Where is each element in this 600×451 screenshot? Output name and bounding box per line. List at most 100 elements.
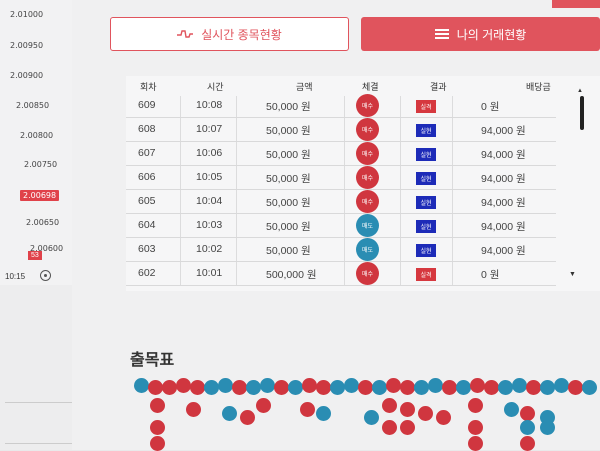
bead bbox=[468, 398, 483, 413]
time-cell: 10:02 bbox=[196, 243, 223, 255]
col-header-round: 회차 bbox=[140, 82, 157, 92]
table-row[interactable]: 604 10:03 50,000 원 매도 실현 94,000 원 bbox=[126, 214, 556, 238]
scroll-up-icon[interactable]: ▲ bbox=[577, 88, 583, 94]
time-cell: 10:04 bbox=[196, 195, 223, 207]
bead bbox=[316, 380, 331, 395]
tab-my-trades[interactable]: 나의 거래현황 bbox=[361, 17, 600, 51]
bead bbox=[300, 402, 315, 417]
bead bbox=[526, 380, 541, 395]
clock-icon[interactable] bbox=[40, 270, 51, 281]
bead bbox=[372, 380, 387, 395]
round-cell: 609 bbox=[138, 99, 156, 111]
result-badge: 실격 bbox=[416, 268, 436, 281]
bead bbox=[436, 410, 451, 425]
amount-cell: 50,000 원 bbox=[266, 149, 311, 161]
pulse-icon bbox=[177, 30, 194, 38]
amount-cell: 50,000 원 bbox=[266, 125, 311, 137]
amount-cell: 500,000 원 bbox=[266, 269, 317, 281]
bead bbox=[520, 406, 535, 421]
list-icon bbox=[434, 29, 449, 39]
result-badge: 실현 bbox=[416, 196, 436, 209]
bead bbox=[186, 402, 201, 417]
col-header-payout: 배당금 bbox=[526, 82, 551, 92]
corner-accent bbox=[552, 0, 600, 8]
time-cell: 10:03 bbox=[196, 219, 223, 231]
amount-cell: 50,000 원 bbox=[266, 221, 311, 233]
bead bbox=[498, 380, 513, 395]
side-chip: 매수 bbox=[356, 262, 379, 285]
tab-realtime-status[interactable]: 실시간 종목현황 bbox=[110, 17, 349, 51]
tab-label: 실시간 종목현황 bbox=[201, 27, 282, 42]
bead bbox=[568, 380, 583, 395]
current-price-badge: 2.00698 bbox=[20, 190, 60, 201]
time-cell: 10:06 bbox=[196, 147, 223, 159]
round-cell: 604 bbox=[138, 219, 156, 231]
time-cell: 10:01 bbox=[196, 267, 223, 279]
count-badge: 53 bbox=[28, 251, 42, 260]
col-header-fill: 체결 bbox=[362, 82, 379, 92]
table-row[interactable]: 603 10:02 50,000 원 매도 실현 94,000 원 bbox=[126, 238, 556, 262]
scroll-down-icon[interactable]: ▼ bbox=[569, 271, 576, 278]
side-chip: 매수 bbox=[356, 94, 379, 117]
bead bbox=[540, 420, 555, 435]
payout-cell: 0 원 bbox=[481, 101, 500, 113]
bead bbox=[386, 378, 401, 393]
bead bbox=[316, 406, 331, 421]
bead bbox=[418, 406, 433, 421]
bead bbox=[504, 402, 519, 417]
round-cell: 606 bbox=[138, 171, 156, 183]
col-header-time: 시간 bbox=[207, 82, 224, 92]
bead bbox=[456, 380, 471, 395]
bead bbox=[582, 380, 597, 395]
bead bbox=[176, 378, 191, 393]
amount-cell: 50,000 원 bbox=[266, 245, 311, 257]
bead bbox=[442, 380, 457, 395]
result-badge: 실현 bbox=[416, 220, 436, 233]
time-cell: 10:08 bbox=[196, 99, 223, 111]
bead bbox=[274, 380, 289, 395]
price-level: 2.00750 bbox=[24, 160, 58, 169]
payout-cell: 94,000 원 bbox=[481, 173, 526, 185]
bead bbox=[428, 378, 443, 393]
payout-cell: 94,000 원 bbox=[481, 245, 526, 257]
bead bbox=[400, 380, 415, 395]
bead bbox=[150, 420, 165, 435]
bead bbox=[358, 380, 373, 395]
result-badge: 실현 bbox=[416, 172, 436, 185]
bead bbox=[204, 380, 219, 395]
bead bbox=[148, 380, 163, 395]
amount-cell: 50,000 원 bbox=[266, 197, 311, 209]
tab-label: 나의 거래현황 bbox=[456, 27, 527, 42]
bead bbox=[330, 380, 345, 395]
bead bbox=[218, 378, 233, 393]
round-cell: 602 bbox=[138, 267, 156, 279]
payout-cell: 94,000 원 bbox=[481, 197, 526, 209]
payout-cell: 94,000 원 bbox=[481, 125, 526, 137]
bead bbox=[382, 420, 397, 435]
bead bbox=[520, 436, 535, 451]
table-row[interactable]: 605 10:04 50,000 원 매수 실현 94,000 원 bbox=[126, 190, 556, 214]
time-cell: 10:05 bbox=[196, 171, 223, 183]
price-level: 2.01000 bbox=[10, 10, 44, 19]
time-cell: 10:07 bbox=[196, 123, 223, 135]
bead bbox=[288, 380, 303, 395]
bead bbox=[232, 380, 247, 395]
bead bbox=[134, 378, 149, 393]
table-row[interactable]: 606 10:05 50,000 원 매수 실현 94,000 원 bbox=[126, 166, 556, 190]
bead bbox=[468, 436, 483, 451]
bead bbox=[240, 410, 255, 425]
result-badge: 실현 bbox=[416, 148, 436, 161]
table-row[interactable]: 609 10:08 50,000 원 매수 실격 0 원 bbox=[126, 94, 556, 118]
table-row[interactable]: 602 10:01 500,000 원 매수 실격 0 원 bbox=[126, 262, 556, 286]
bead bbox=[512, 378, 527, 393]
bead bbox=[256, 398, 271, 413]
round-cell: 607 bbox=[138, 147, 156, 159]
price-level: 2.00900 bbox=[10, 71, 44, 80]
table-row[interactable]: 608 10:07 50,000 원 매수 실현 94,000 원 bbox=[126, 118, 556, 142]
result-badge: 실현 bbox=[416, 244, 436, 257]
table-row[interactable]: 607 10:06 50,000 원 매수 실현 94,000 원 bbox=[126, 142, 556, 166]
scrollbar-thumb[interactable] bbox=[580, 96, 584, 130]
bead bbox=[246, 380, 261, 395]
side-chip: 매수 bbox=[356, 190, 379, 213]
bead-board-title: 출목표 bbox=[130, 352, 175, 369]
